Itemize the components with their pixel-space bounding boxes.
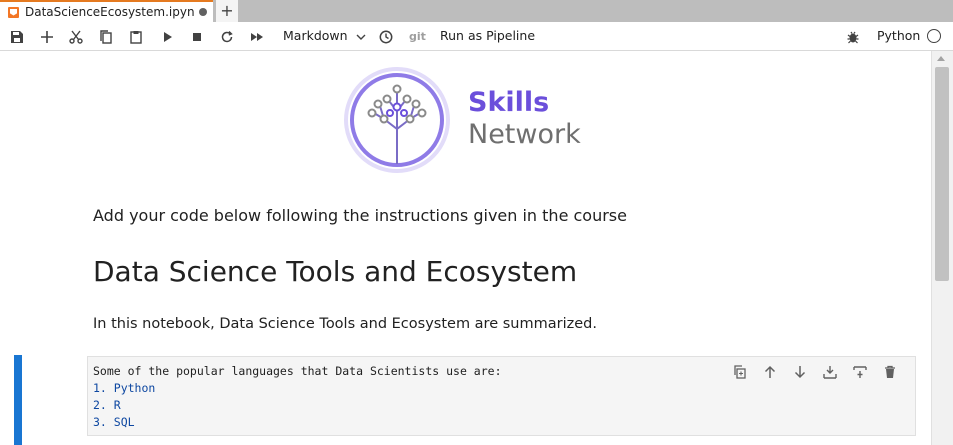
copy-button[interactable]	[97, 28, 115, 46]
notebook-heading: Data Science Tools and Ecosystem	[93, 255, 578, 288]
paste-button[interactable]	[127, 28, 145, 46]
cell-type-dropdown[interactable]: Markdown	[283, 28, 366, 44]
plus-icon	[41, 31, 53, 43]
scrollbar-thumb[interactable]	[935, 67, 949, 281]
insert-cell-above-button[interactable]	[815, 363, 845, 381]
duplicate-cell-button[interactable]	[725, 363, 755, 381]
cut-button[interactable]	[67, 28, 85, 46]
restart-run-all-button[interactable]	[248, 28, 266, 46]
git-button[interactable]: git	[409, 29, 426, 45]
vertical-scrollbar[interactable]	[931, 51, 953, 445]
delete-cell-button[interactable]	[875, 363, 905, 381]
skills-network-logo-icon	[344, 67, 450, 173]
logo-text-skills: Skills	[468, 87, 550, 118]
scissors-icon	[69, 30, 83, 44]
notebook-tab[interactable]: DataScienceEcosystem.ipyn	[0, 0, 213, 22]
insert-above-icon	[823, 366, 837, 379]
stop-icon	[193, 33, 201, 41]
run-cell-button[interactable]	[158, 28, 176, 46]
cell-text-line: Some of the popular languages that Data …	[93, 364, 502, 378]
restart-icon	[221, 30, 233, 43]
interrupt-kernel-button[interactable]	[188, 28, 206, 46]
notebook-toolbar: Markdown git Run as Pipeline Python	[0, 22, 953, 51]
insert-cell-button[interactable]	[38, 28, 56, 46]
history-button[interactable]	[377, 28, 395, 46]
notebook-content[interactable]: Skills Network Add your code below follo…	[0, 51, 931, 445]
kernel-name[interactable]: Python	[877, 28, 920, 44]
logo-text-network: Network	[468, 119, 581, 150]
clipboard-icon	[130, 31, 142, 44]
unsaved-dot-icon[interactable]	[198, 8, 207, 16]
tab-bar: DataScienceEcosystem.ipyn +	[0, 0, 953, 22]
cell-list-item: 2. R	[93, 398, 121, 412]
fast-forward-icon	[251, 33, 263, 41]
move-cell-down-button[interactable]	[785, 363, 815, 381]
restart-kernel-button[interactable]	[218, 28, 236, 46]
cell-type-value: Markdown	[283, 28, 348, 43]
cell-list-item: 1. Python	[93, 381, 156, 395]
chevron-down-icon	[356, 34, 366, 40]
jupyter-notebook-icon	[8, 6, 19, 18]
arrow-up-icon	[764, 365, 776, 378]
scroll-up-arrow-icon[interactable]	[937, 56, 945, 61]
duplicate-icon	[734, 365, 746, 379]
clock-icon	[379, 30, 393, 44]
notebook-summary: In this notebook, Data Science Tools and…	[93, 316, 597, 332]
run-as-pipeline-button[interactable]: Run as Pipeline	[440, 28, 535, 44]
new-tab-button[interactable]: +	[216, 0, 238, 22]
tab-title: DataScienceEcosystem.ipyn	[25, 5, 195, 19]
save-button[interactable]	[8, 28, 26, 46]
bug-icon	[847, 31, 859, 44]
move-cell-up-button[interactable]	[755, 363, 785, 381]
save-icon	[11, 31, 23, 43]
insert-below-icon	[853, 366, 867, 378]
trash-icon	[885, 365, 895, 378]
insert-cell-below-button[interactable]	[845, 363, 875, 381]
kernel-status-icon	[927, 29, 941, 43]
debugger-button[interactable]	[844, 28, 862, 46]
copy-icon	[100, 30, 112, 44]
cell-toolbar	[725, 363, 905, 381]
intro-instruction: Add your code below following the instru…	[93, 206, 627, 225]
cell-list-item: 3. SQL	[93, 415, 135, 429]
active-cell-indicator[interactable]	[14, 355, 22, 445]
markdown-cell-editor[interactable]: Some of the popular languages that Data …	[87, 356, 916, 436]
arrow-down-icon	[794, 366, 806, 379]
play-icon	[164, 32, 172, 42]
